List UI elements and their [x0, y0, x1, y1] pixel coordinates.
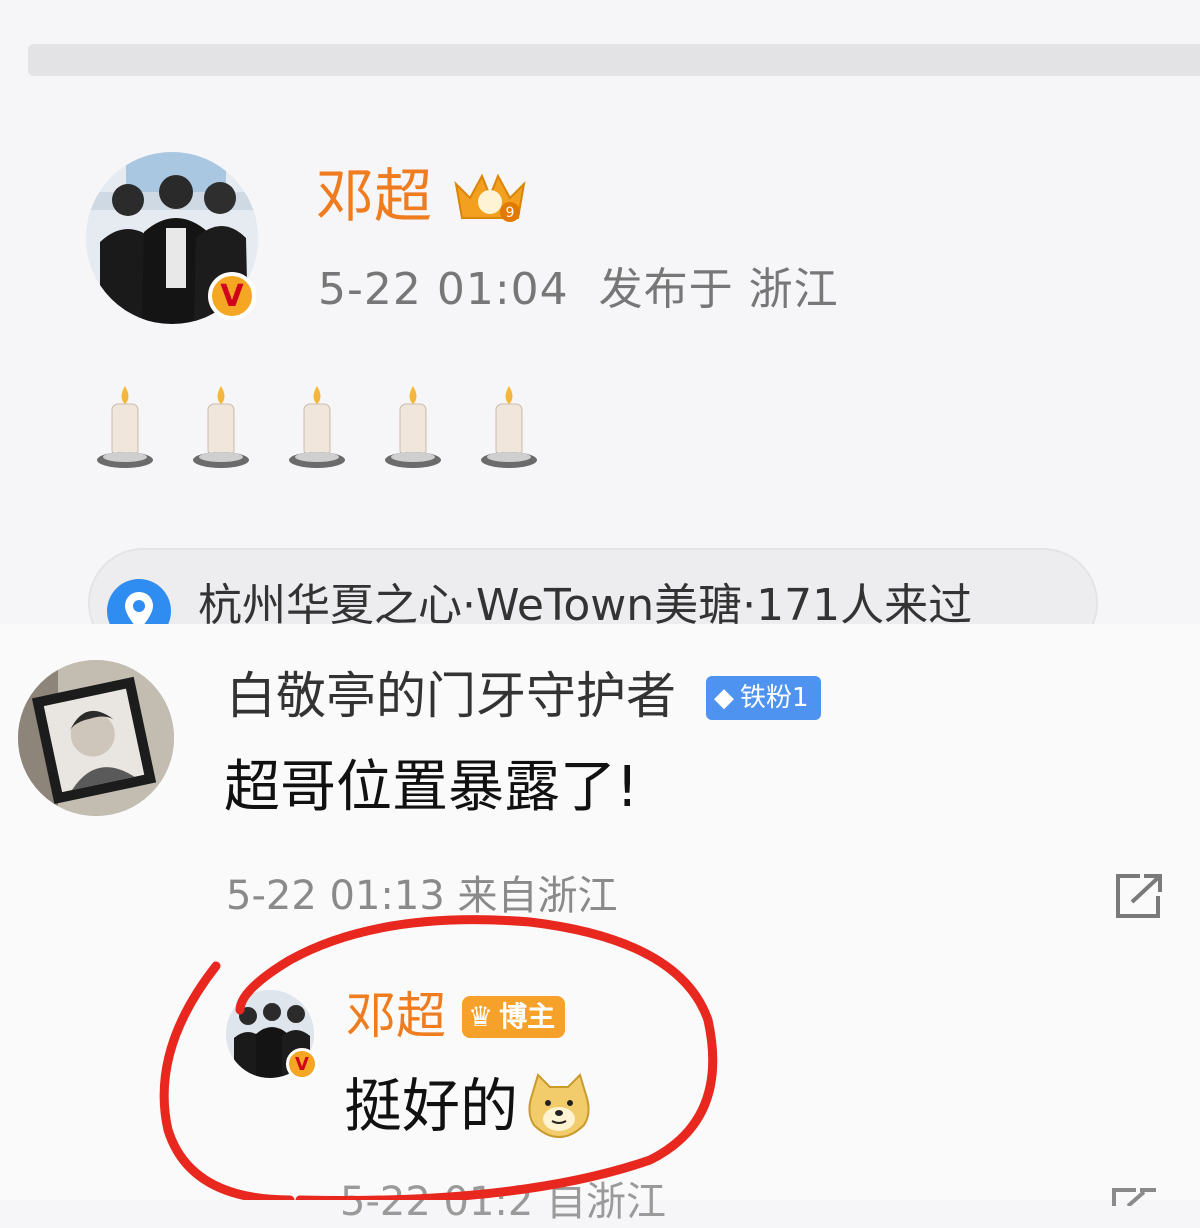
crown-small-icon: ♛ — [468, 1000, 494, 1033]
post-author-name[interactable]: 邓超 — [316, 160, 432, 232]
commenter-name[interactable]: 白敬亭的门牙守护者 — [226, 664, 676, 728]
fan-level-badge: ◆ 铁粉1 — [706, 676, 821, 720]
reply-text-row: 挺好的 — [344, 1070, 592, 1142]
share-icon[interactable] — [1110, 1186, 1162, 1210]
svg-text:9: 9 — [506, 205, 515, 221]
candle-emoji-icon — [97, 386, 153, 468]
fan-badge-label: 铁粉1 — [740, 683, 809, 713]
doge-emoji-icon — [528, 1073, 590, 1139]
host-badge: ♛ 博主 — [462, 996, 566, 1038]
comment-meta: 5-22 01:13 来自浙江 — [226, 873, 618, 919]
candle-emoji-icon — [481, 386, 537, 468]
comment-text: 超哥位置暴露了! — [224, 755, 639, 820]
crown-icon: 9 — [452, 170, 528, 230]
candle-emoji-icon — [289, 386, 345, 468]
reply-author-name[interactable]: 邓超 — [346, 984, 446, 1048]
candle-emoji-icon — [385, 386, 441, 468]
candle-emoji-icon — [193, 386, 249, 468]
diamond-icon: ◆ — [714, 683, 734, 713]
host-badge-label: 博主 — [499, 1000, 556, 1033]
commenter-avatar[interactable] — [18, 660, 174, 816]
verified-v-icon: V — [286, 1048, 318, 1080]
share-icon[interactable] — [1114, 872, 1166, 924]
top-bar — [28, 44, 1200, 76]
candle-emoji-row — [96, 384, 538, 470]
next-comment-meta-partial: 5-22 01:2 自浙江 — [340, 1179, 667, 1225]
verified-v-icon: V — [208, 272, 256, 320]
reply-text: 挺好的 — [344, 1072, 519, 1140]
post-meta: 5-22 01:04 发布于 浙江 — [318, 264, 839, 315]
